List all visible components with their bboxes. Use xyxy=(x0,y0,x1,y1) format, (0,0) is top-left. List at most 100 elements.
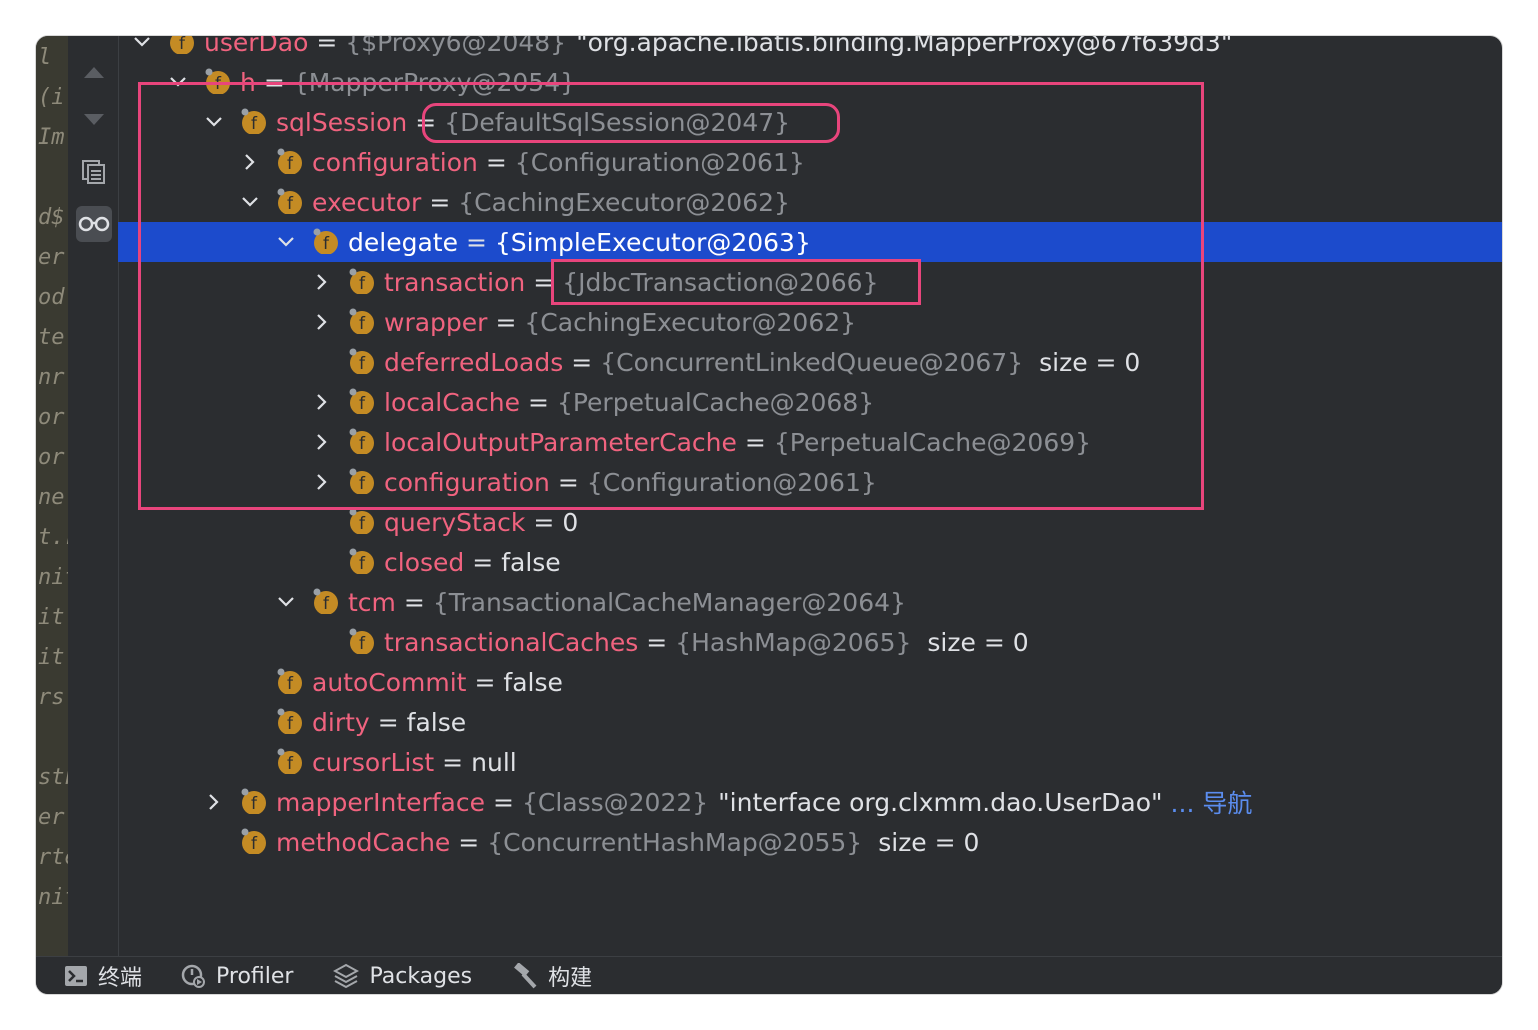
profiler-tab[interactable]: Profiler xyxy=(180,963,293,989)
variable-name: userDao xyxy=(204,36,309,57)
navigate-link[interactable]: ... 导航 xyxy=(1171,784,1253,820)
variable-name: dirty xyxy=(312,707,370,737)
field-icon: f xyxy=(349,628,374,654)
equals-sign: = xyxy=(472,547,494,577)
variable-name: mapperInterface xyxy=(276,787,485,817)
terminal-tab[interactable]: 终端 xyxy=(64,960,142,992)
annotation-box-transaction xyxy=(551,259,921,305)
collection-size: size = 0 xyxy=(927,627,1029,657)
tree-row[interactable]: f transactionalCaches = {HashMap@2065} size … xyxy=(118,622,1502,662)
svg-text:f: f xyxy=(287,714,294,734)
glasses-icon[interactable] xyxy=(76,206,112,242)
equals-sign: = xyxy=(377,707,399,737)
profiler-tab-label: Profiler xyxy=(216,963,294,989)
gutter-code-fragment: it. xyxy=(38,605,68,630)
editor-gutter-strip: l ((i Im d$ er od te nr or or ne t.r nit it. it. rs stF… xyxy=(36,36,68,956)
svg-text:f: f xyxy=(359,554,366,574)
svg-text:f: f xyxy=(179,36,186,54)
build-tab[interactable]: 构建 xyxy=(512,960,592,992)
gutter-code-fragment: nr xyxy=(38,365,65,390)
gutter-code-fragment: or xyxy=(38,405,65,430)
field-icon: f xyxy=(277,668,302,694)
tree-row-text: userDao = {$Proxy6@2048} "org.apache.ibatis… xyxy=(204,36,1232,62)
chevron-down-icon[interactable] xyxy=(132,36,152,52)
tree-row[interactable]: f methodCache = {ConcurrentHashMap@2055} siz… xyxy=(118,822,1502,862)
tree-row-text: closed = false xyxy=(384,542,561,582)
object-reference: {TransactionalCacheManager@2064} xyxy=(432,587,906,617)
svg-text:f: f xyxy=(359,514,366,534)
gutter-code-fragment: t.r xyxy=(38,525,68,550)
gutter-code-fragment: er xyxy=(38,245,65,270)
annotation-box-sqlsession xyxy=(422,103,840,143)
collection-size: size = 0 xyxy=(878,827,980,857)
variable-name: methodCache xyxy=(276,827,451,857)
gutter-code-fragment: (i xyxy=(38,85,65,110)
svg-text:f: f xyxy=(323,594,330,614)
tree-row[interactable]: f mapperInterface = {Class@2022} "interface … xyxy=(118,782,1502,822)
equals-sign: = xyxy=(442,747,464,777)
packages-icon xyxy=(333,963,360,989)
variable-name: transactionalCaches xyxy=(384,627,639,657)
bottom-tool-bar: 终端 Profiler Packages 构建 xyxy=(36,956,1502,994)
variable-name: cursorList xyxy=(312,747,435,777)
terminal-tab-label: 终端 xyxy=(98,966,143,991)
gutter-code-fragment: it. xyxy=(38,645,68,670)
build-tab-label: 构建 xyxy=(548,966,593,991)
tree-row-text: methodCache = {ConcurrentHashMap@2055} size… xyxy=(276,822,979,862)
tree-row[interactable]: f closed = false xyxy=(118,542,1502,582)
tree-row-text: tcm = {TransactionalCacheManager@2064} xyxy=(348,582,906,622)
tree-row-text: transactionalCaches = {HashMap@2065} size =… xyxy=(384,622,1029,662)
field-icon: f xyxy=(349,508,374,534)
object-reference: {$Proxy6@2048} xyxy=(345,36,567,57)
variable-name: autoCommit xyxy=(312,667,467,697)
field-icon: f xyxy=(313,588,338,614)
svg-text:f: f xyxy=(287,674,294,694)
equals-sign: = xyxy=(458,827,480,857)
gutter-code-fragment: stF xyxy=(38,765,68,790)
tree-row[interactable]: f tcm = {TransactionalCacheManager@2064} xyxy=(118,582,1502,622)
copy-icon[interactable] xyxy=(76,154,112,190)
variable-value: null xyxy=(471,747,517,777)
equals-sign: = xyxy=(316,36,338,57)
tree-row[interactable]: f cursorList = null xyxy=(118,742,1502,782)
object-reference: {HashMap@2065} xyxy=(675,627,912,657)
gutter-code-fragment: er xyxy=(38,805,65,830)
tree-row-text: mapperInterface = {Class@2022} "interface o… xyxy=(276,782,1252,822)
equals-sign: = xyxy=(403,587,425,617)
equals-sign: = xyxy=(474,667,496,697)
variable-value: false xyxy=(503,667,563,697)
chevron-right-icon[interactable] xyxy=(204,792,224,812)
gutter-code-fragment: nit xyxy=(38,885,68,910)
packages-tab[interactable]: Packages xyxy=(333,963,472,989)
field-icon: f xyxy=(170,36,194,54)
tree-row[interactable]: f userDao = {$Proxy6@2048} "org.apache.ibati… xyxy=(118,36,1502,62)
tree-row[interactable]: f dirty = false xyxy=(118,702,1502,742)
gutter-code-fragment: rs xyxy=(38,685,65,710)
svg-text:f: f xyxy=(251,794,258,814)
field-icon: f xyxy=(241,788,266,814)
gutter-code-fragment: od xyxy=(38,285,65,310)
field-icon: f xyxy=(277,708,302,734)
terminal-icon xyxy=(65,966,87,986)
object-reference: {Class@2022} xyxy=(521,787,709,817)
tree-row-text: autoCommit = false xyxy=(312,662,563,702)
gutter-code-fragment: or xyxy=(38,445,65,470)
gutter-code-fragment: te xyxy=(38,325,65,350)
gutter-code-fragment: ne xyxy=(38,485,65,510)
field-icon: f xyxy=(277,748,302,774)
up-arrow-icon[interactable] xyxy=(76,54,112,90)
variable-value: "org.apache.ibatis.binding.MapperProxy@6… xyxy=(576,36,1233,57)
variable-value: false xyxy=(406,707,467,737)
svg-text:f: f xyxy=(251,834,258,854)
profiler-icon xyxy=(181,964,206,988)
variable-name: queryStack xyxy=(384,507,526,537)
down-arrow-icon[interactable] xyxy=(76,102,112,138)
object-reference: {ConcurrentHashMap@2055} xyxy=(487,827,863,857)
gutter-code-fragment: nit xyxy=(38,565,68,590)
gutter-code-fragment xyxy=(36,718,68,758)
tree-row[interactable]: f autoCommit = false xyxy=(118,662,1502,702)
gutter-code-fragment: l ( xyxy=(38,45,68,70)
debugger-toolbar xyxy=(68,36,119,956)
equals-sign: = xyxy=(493,787,514,817)
chevron-down-icon[interactable] xyxy=(276,592,296,612)
